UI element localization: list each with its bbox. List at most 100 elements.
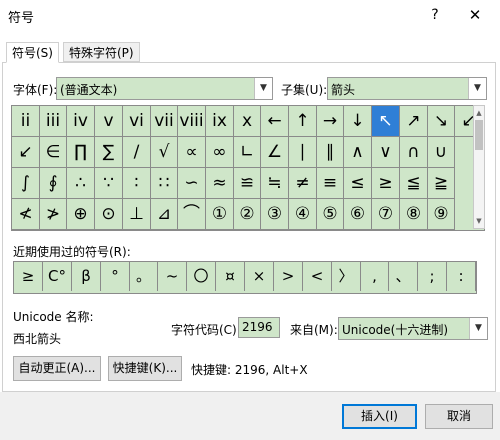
charcode-input[interactable]: 2196	[238, 317, 280, 338]
symbol-cell[interactable]: ∣	[289, 137, 317, 168]
recent-symbol-cell[interactable]: °	[101, 262, 130, 291]
symbol-cell[interactable]: vi	[123, 106, 151, 137]
symbol-cell[interactable]: √	[151, 137, 178, 168]
symbol-cell[interactable]: ⊿	[151, 199, 178, 230]
recent-symbol-cell[interactable]: 〇	[187, 262, 216, 291]
symbol-cell[interactable]: ix	[206, 106, 234, 137]
recent-symbol-cell[interactable]: ~	[158, 262, 187, 291]
symbol-cell[interactable]: ∪	[428, 137, 455, 168]
symbol-cell[interactable]: ⊥	[123, 199, 151, 230]
recent-symbol-cell[interactable]: ;	[418, 262, 447, 291]
from-select[interactable]: Unicode(十六进制) ▼	[338, 317, 488, 340]
scroll-thumb[interactable]	[475, 120, 483, 150]
autocorrect-button[interactable]: 自动更正(A)...	[13, 356, 101, 381]
symbol-cell[interactable]: vii	[151, 106, 178, 137]
symbol-cell[interactable]: ∞	[206, 137, 234, 168]
recent-symbol-cell[interactable]: <	[303, 262, 332, 291]
chevron-down-icon[interactable]: ▼	[468, 78, 486, 99]
symbol-cell[interactable]: ∝	[178, 137, 206, 168]
chevron-down-icon[interactable]: ▼	[469, 318, 487, 339]
symbol-cell[interactable]: ∟	[234, 137, 261, 168]
recent-symbol-cell[interactable]: 〉	[332, 262, 361, 291]
symbol-cell[interactable]: ∴	[67, 168, 95, 199]
symbol-cell[interactable]: ⑨	[428, 199, 455, 230]
symbol-cell[interactable]: ∶	[123, 168, 151, 199]
symbol-cell[interactable]: ④	[289, 199, 317, 230]
close-button[interactable]: ✕	[464, 5, 486, 25]
tab-symbols[interactable]: 符号(S)	[6, 42, 59, 63]
recent-symbol-cell[interactable]: >	[274, 262, 303, 291]
recent-symbol-cell[interactable]: ×	[245, 262, 274, 291]
symbol-cell[interactable]: ∥	[317, 137, 344, 168]
symbol-cell[interactable]: ii	[12, 106, 40, 137]
symbol-cell[interactable]: ≠	[289, 168, 317, 199]
font-select[interactable]: (普通文本) ▼	[56, 77, 273, 100]
symbol-cell[interactable]: ≯	[40, 199, 67, 230]
symbol-cell[interactable]: ∫	[12, 168, 40, 199]
symbol-cell[interactable]: ②	[234, 199, 261, 230]
recent-symbol-cell[interactable]: ¤	[216, 262, 245, 291]
symbol-cell[interactable]: ∧	[344, 137, 372, 168]
tab-special-characters[interactable]: 特殊字符(P)	[63, 42, 140, 62]
symbol-cell[interactable]: ↘	[428, 106, 455, 137]
symbol-cell[interactable]: iv	[67, 106, 95, 137]
symbol-cell[interactable]: ≡	[317, 168, 344, 199]
recent-symbol-cell[interactable]: ,	[361, 262, 389, 291]
scroll-up-icon[interactable]: ▲	[474, 107, 484, 119]
recent-symbol-cell[interactable]: C°	[43, 262, 72, 291]
recent-symbol-cell[interactable]: β	[72, 262, 101, 291]
symbol-cell[interactable]: ≌	[234, 168, 261, 199]
recent-symbol-cell[interactable]: ≥	[14, 262, 43, 291]
symbol-cell[interactable]: ③	[261, 199, 289, 230]
symbol-cell[interactable]: ①	[206, 199, 234, 230]
symbol-cell[interactable]: ∵	[95, 168, 123, 199]
symbol-cell[interactable]: ∏	[67, 137, 95, 168]
insert-button[interactable]: 插入(I)	[342, 404, 417, 429]
symbol-cell[interactable]: ⑦	[372, 199, 400, 230]
symbol-cell[interactable]: ∽	[178, 168, 206, 199]
symbol-cell[interactable]: ≤	[344, 168, 372, 199]
symbol-cell[interactable]: ∮	[40, 168, 67, 199]
symbol-cell[interactable]: ⑥	[344, 199, 372, 230]
chevron-down-icon[interactable]: ▼	[254, 78, 272, 99]
symbol-cell[interactable]: ↙	[12, 137, 40, 168]
symbol-cell[interactable]: ⑧	[400, 199, 428, 230]
recent-symbol-cell[interactable]: :	[447, 262, 476, 291]
subset-select[interactable]: 箭头 ▼	[327, 77, 487, 100]
symbol-cell[interactable]: ≧	[428, 168, 455, 199]
symbol-cell[interactable]: ∕	[123, 137, 151, 168]
symbol-cell[interactable]: ⊕	[67, 199, 95, 230]
symbol-cell[interactable]: ↑	[289, 106, 317, 137]
symbol-cell[interactable]: ∷	[151, 168, 178, 199]
symbol-cell[interactable]: ⊙	[95, 199, 123, 230]
symbol-cell[interactable]: ≒	[261, 168, 289, 199]
symbol-cell[interactable]: ∩	[400, 137, 428, 168]
symbol-cell[interactable]: ↖	[372, 106, 400, 137]
cancel-button[interactable]: 取消	[425, 404, 493, 429]
symbol-cell[interactable]: ⑤	[317, 199, 344, 230]
symbol-cell[interactable]: ↗	[400, 106, 428, 137]
symbol-cell[interactable]: ∈	[40, 137, 67, 168]
symbol-cell[interactable]: ←	[261, 106, 289, 137]
symbol-cell[interactable]: →	[317, 106, 344, 137]
symbol-cell[interactable]: ≥	[372, 168, 400, 199]
grid-scrollbar[interactable]: ▲ ▼	[473, 105, 485, 229]
subset-label: 子集(U):	[281, 83, 328, 97]
scroll-down-icon[interactable]: ▼	[474, 215, 484, 227]
symbol-cell[interactable]: ≈	[206, 168, 234, 199]
symbol-cell[interactable]: ≦	[400, 168, 428, 199]
shortcut-key-button[interactable]: 快捷键(K)...	[108, 356, 182, 381]
recent-symbol-cell[interactable]: 。	[130, 262, 158, 291]
recent-symbol-cell[interactable]: 、	[389, 262, 418, 291]
symbol-cell[interactable]: ∨	[372, 137, 400, 168]
symbol-cell[interactable]: ∑	[95, 137, 123, 168]
symbol-cell[interactable]: ↓	[344, 106, 372, 137]
help-button[interactable]: ?	[425, 5, 445, 25]
symbol-cell[interactable]: viii	[178, 106, 206, 137]
symbol-cell[interactable]: ≮	[12, 199, 40, 230]
symbol-cell[interactable]: iii	[40, 106, 67, 137]
symbol-cell[interactable]: ⌒	[178, 199, 206, 230]
symbol-cell[interactable]: x	[234, 106, 261, 137]
symbol-cell[interactable]: ∠	[261, 137, 289, 168]
symbol-cell[interactable]: v	[95, 106, 123, 137]
